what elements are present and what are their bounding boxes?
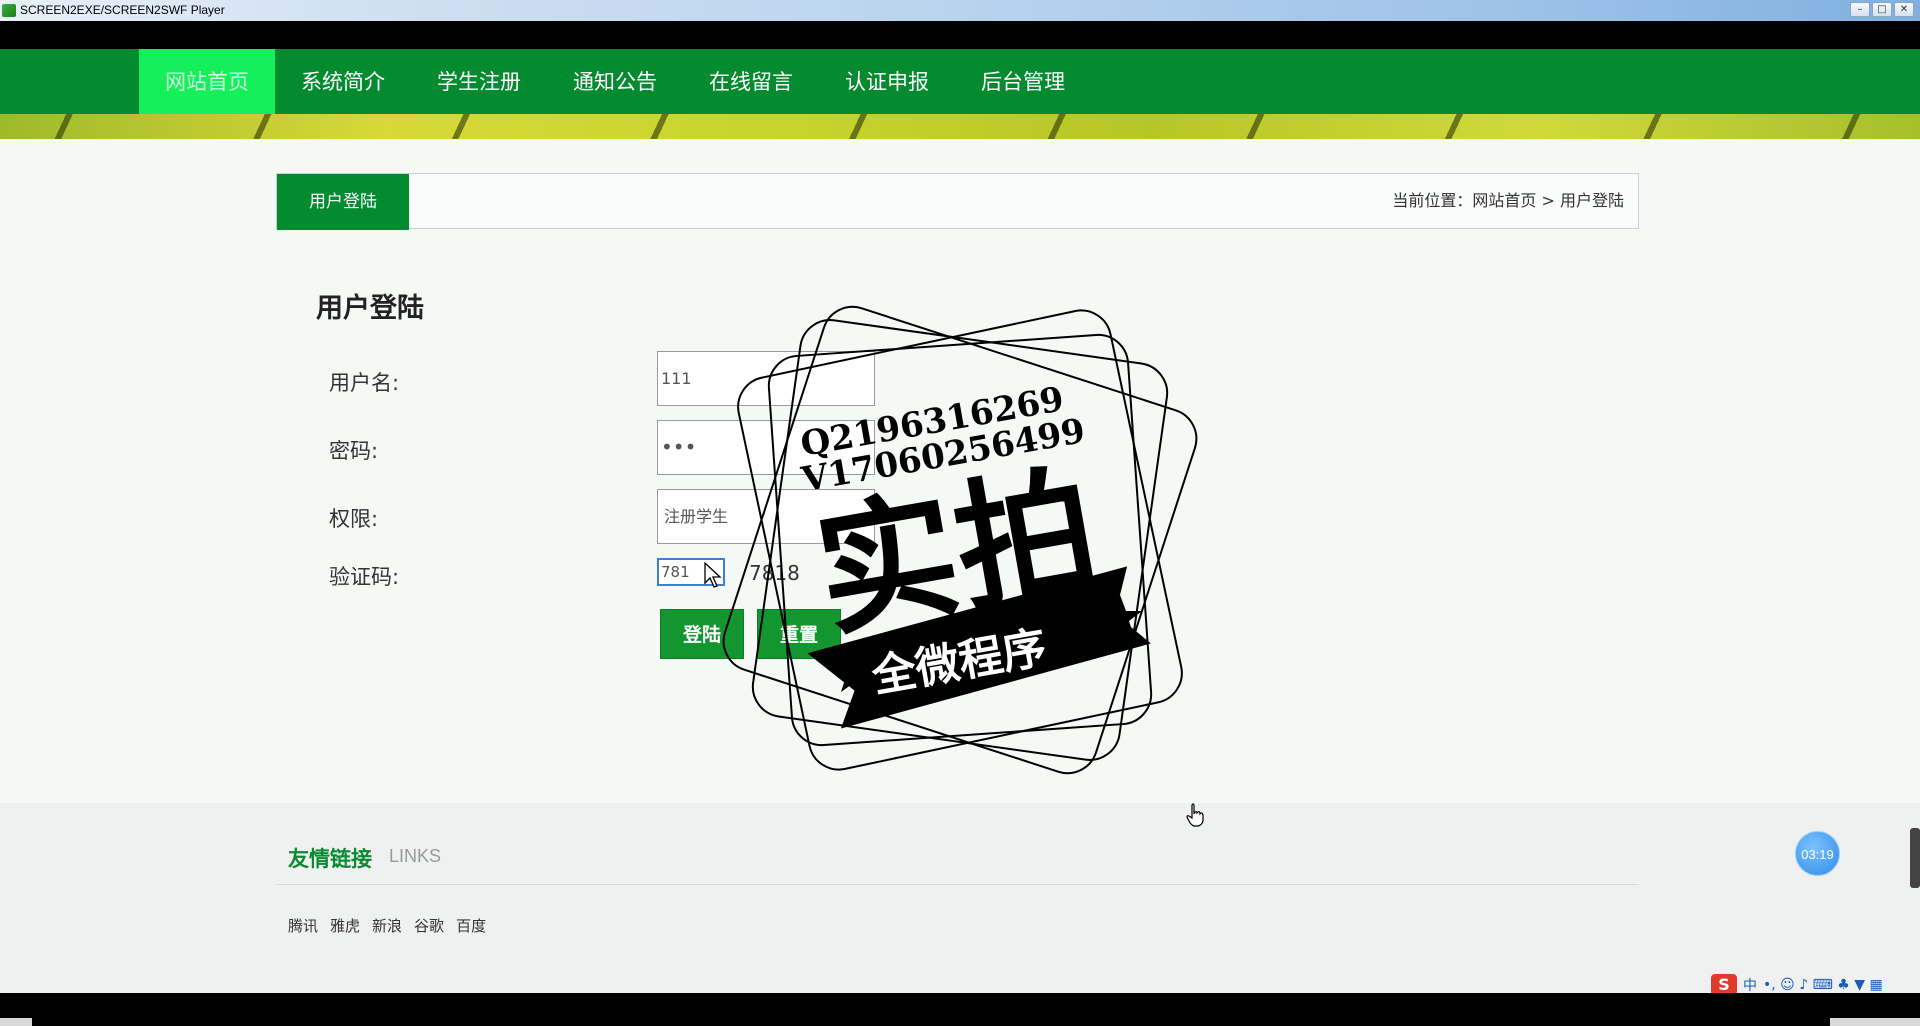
- friend-links: 腾讯 雅虎 新浪 谷歌 百度: [288, 915, 486, 936]
- ime-mode[interactable]: 中: [1743, 975, 1757, 995]
- ime-tool-icons[interactable]: •, ☺ ♪ ⌨ ♣ ▼ ▦: [1763, 977, 1883, 993]
- divider: [276, 884, 1639, 885]
- captcha-label: 验证码:: [329, 565, 400, 589]
- close-button[interactable]: ✕: [1894, 2, 1914, 17]
- watermark-main: 实拍: [805, 449, 1109, 658]
- main-nav: 网站首页 系统简介 学生注册 通知公告 在线留言 认证申报 后台管理: [0, 49, 1920, 116]
- username-label: 用户名:: [329, 371, 400, 395]
- nav-item-notices[interactable]: 通知公告: [547, 49, 683, 116]
- nav-item-messages[interactable]: 在线留言: [683, 49, 819, 116]
- role-select[interactable]: 注册学生: [657, 489, 875, 544]
- captcha-code[interactable]: 7818: [749, 561, 800, 585]
- star-icon: [1098, 595, 1142, 637]
- nav-item-admin[interactable]: 后台管理: [955, 49, 1091, 116]
- nav-item-register[interactable]: 学生注册: [411, 49, 547, 116]
- app-icon: [2, 4, 16, 17]
- minimize-button[interactable]: –: [1850, 2, 1870, 17]
- link-baidu[interactable]: 百度: [456, 915, 486, 936]
- window-titlebar: SCREEN2EXE/SCREEN2SWF Player – □ ✕: [0, 0, 1920, 21]
- reset-button[interactable]: 重置: [757, 609, 841, 659]
- footer: [0, 803, 1920, 993]
- stamp-ribbon: [807, 566, 1151, 729]
- breadcrumb-tab: 用户登陆: [277, 174, 409, 230]
- username-field[interactable]: 111: [657, 351, 875, 406]
- scroll-handle[interactable]: [1910, 828, 1920, 888]
- link-yahoo[interactable]: 雅虎: [330, 915, 360, 936]
- role-label: 权限:: [329, 507, 379, 531]
- page-title: 用户登陆: [316, 293, 424, 324]
- taskbar-edge-right: [1830, 1018, 1920, 1026]
- window-controls: – □ ✕: [1850, 2, 1914, 17]
- links-title: 友情链接: [288, 847, 372, 871]
- window-title: SCREEN2EXE/SCREEN2SWF Player: [20, 3, 225, 17]
- taskbar-edge-left: [0, 1018, 32, 1026]
- letterbox-bottom: [0, 993, 1920, 1026]
- link-sina[interactable]: 新浪: [372, 915, 402, 936]
- nav-item-about[interactable]: 系统简介: [275, 49, 411, 116]
- breadcrumb: 用户登陆 当前位置：网站首页 > 用户登陆: [276, 173, 1639, 230]
- link-google[interactable]: 谷歌: [414, 915, 444, 936]
- breadcrumb-path[interactable]: 当前位置：网站首页 > 用户登陆: [1392, 174, 1624, 228]
- link-tencent[interactable]: 腾讯: [288, 915, 318, 936]
- player-timer[interactable]: 03:19: [1795, 831, 1840, 876]
- letterbox-top: [0, 21, 1920, 49]
- login-button[interactable]: 登陆: [660, 609, 744, 659]
- password-label: 密码:: [329, 439, 379, 463]
- watermark-ribbon-text: 全微程序: [867, 622, 1050, 703]
- captcha-input[interactable]: 781: [657, 558, 725, 586]
- banner-image: [0, 114, 1920, 139]
- maximize-button[interactable]: □: [1872, 2, 1892, 17]
- nav-item-home[interactable]: 网站首页: [139, 49, 275, 116]
- links-subtitle: LINKS: [389, 846, 442, 866]
- nav-item-certification[interactable]: 认证申报: [819, 49, 955, 116]
- password-field[interactable]: •••: [657, 420, 875, 475]
